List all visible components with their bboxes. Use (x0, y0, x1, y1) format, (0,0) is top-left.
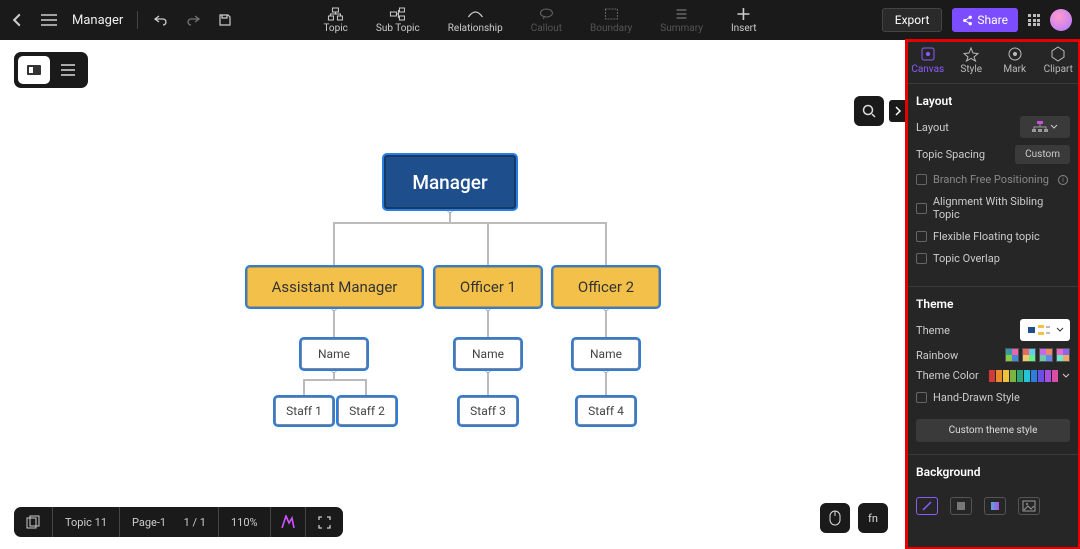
save-icon[interactable] (216, 11, 234, 29)
search-button[interactable] (854, 96, 884, 126)
info-icon[interactable]: i (1058, 175, 1068, 185)
diagram-node[interactable]: Officer 2 (553, 267, 659, 307)
bg-solid[interactable] (950, 497, 972, 515)
diagram-node[interactable]: Name (455, 339, 521, 369)
mark-icon (1007, 46, 1023, 62)
share-button[interactable]: Share (952, 8, 1018, 32)
checkbox-align-sibling[interactable]: Alignment With Sibling Topic (916, 195, 1070, 221)
divider (137, 11, 138, 29)
apps-icon[interactable] (1028, 14, 1040, 26)
toolbar-tools: Topic Sub Topic Relationship Callout Bou… (319, 4, 760, 36)
tool-callout[interactable]: Callout (527, 4, 566, 36)
theme-section: Theme Theme Rainbow Theme Color Hand-Dra… (906, 287, 1080, 455)
document-title[interactable]: Manager (72, 13, 123, 28)
diagram-node[interactable]: Name (301, 339, 367, 369)
rainbow-swatch[interactable] (1022, 348, 1036, 362)
background-heading: Background (916, 465, 1070, 479)
menu-icon[interactable] (40, 11, 58, 29)
theme-label: Theme (916, 324, 950, 337)
tab-canvas[interactable]: Canvas (906, 46, 950, 75)
theme-color-label: Theme Color (916, 369, 979, 382)
checkbox-topic-overlap[interactable]: Topic Overlap (916, 252, 1070, 265)
diagram-node[interactable]: Staff 4 (577, 397, 635, 425)
brand-button[interactable] (271, 507, 306, 537)
rainbow-swatch[interactable] (1005, 348, 1019, 362)
view-outline-button[interactable] (52, 56, 84, 84)
custom-theme-button[interactable]: Custom theme style (916, 419, 1070, 442)
tab-clipart[interactable]: Clipart (1037, 46, 1080, 75)
clipart-icon (1050, 46, 1066, 62)
chevron-down-icon (1056, 327, 1064, 333)
chevron-down-icon (1050, 124, 1058, 130)
diagram-node[interactable]: Staff 2 (338, 397, 396, 425)
undo-icon[interactable] (152, 11, 170, 29)
pages-button[interactable] (14, 507, 53, 537)
canvas-area[interactable]: Manager Assistant Manager Officer 1 Offi… (0, 40, 906, 549)
checkbox-branch-free[interactable]: Branch Free Positioningi (916, 173, 1070, 186)
rainbow-swatch[interactable] (1056, 348, 1070, 362)
theme-color-strip[interactable] (989, 370, 1058, 382)
rainbow-label: Rainbow (916, 349, 958, 362)
back-icon[interactable] (8, 11, 26, 29)
layout-section: Layout Layout Topic Spacing Custom Branc… (906, 84, 1080, 287)
layout-heading: Layout (916, 94, 1070, 108)
mouse-mode-button[interactable] (820, 503, 850, 533)
avatar[interactable] (1050, 9, 1072, 31)
tool-topic[interactable]: Topic (319, 4, 351, 36)
layout-label: Layout (916, 121, 949, 134)
view-toggle (14, 52, 88, 88)
diagram-node[interactable]: Assistant Manager (247, 267, 422, 307)
bg-none[interactable] (916, 497, 938, 515)
status-bar: Topic 11 Page-1 1 / 1 110% (14, 507, 343, 537)
bg-gradient[interactable] (984, 497, 1006, 515)
zoom-level[interactable]: 110% (219, 507, 271, 537)
panel-tabs: Canvas Style Mark Clipart (906, 40, 1080, 84)
tool-insert[interactable]: Insert (727, 4, 761, 36)
page-indicator[interactable]: Page-1 1 / 1 (120, 507, 219, 537)
bg-image[interactable] (1018, 497, 1040, 515)
layout-selector[interactable] (1020, 116, 1070, 138)
topic-spacing-button[interactable]: Custom (1015, 145, 1070, 164)
top-bar: Manager Topic Sub Topic Relationship Cal… (0, 0, 1080, 40)
tool-summary[interactable]: Summary (656, 4, 707, 36)
fullscreen-button[interactable] (306, 507, 343, 537)
style-icon (963, 46, 979, 62)
tool-boundary[interactable]: Boundary (586, 4, 636, 36)
diagram-node[interactable]: Staff 3 (459, 397, 517, 425)
diagram-node-root[interactable]: Manager (384, 155, 516, 209)
export-button[interactable]: Export (882, 8, 943, 32)
theme-heading: Theme (916, 297, 1070, 311)
redo-icon[interactable] (184, 11, 202, 29)
rainbow-swatch[interactable] (1039, 348, 1053, 362)
chevron-down-icon[interactable] (1062, 373, 1070, 379)
fn-button[interactable]: fn (858, 503, 888, 533)
tab-style[interactable]: Style (950, 46, 994, 75)
background-options (906, 491, 1080, 521)
checkbox-hand-drawn[interactable]: Hand-Drawn Style (916, 391, 1070, 404)
tool-subtopic[interactable]: Sub Topic (372, 4, 424, 36)
view-card-button[interactable] (18, 56, 50, 84)
tool-relationship[interactable]: Relationship (444, 4, 507, 36)
theme-selector[interactable] (1020, 319, 1070, 341)
panel-collapse-icon[interactable] (889, 100, 907, 122)
diagram-node[interactable]: Name (573, 339, 639, 369)
canvas-icon (920, 46, 936, 62)
checkbox-flexible-floating[interactable]: Flexible Floating topic (916, 230, 1070, 243)
background-section: Background (906, 455, 1080, 491)
topic-count[interactable]: Topic 11 (53, 507, 120, 537)
topic-spacing-label: Topic Spacing (916, 148, 985, 161)
rainbow-swatches (1005, 348, 1070, 362)
share-icon (962, 15, 973, 26)
diagram-node[interactable]: Officer 1 (435, 267, 541, 307)
diagram-node[interactable]: Staff 1 (275, 397, 333, 425)
properties-panel: Canvas Style Mark Clipart Layout Layout … (906, 40, 1080, 549)
tab-mark[interactable]: Mark (993, 46, 1037, 75)
